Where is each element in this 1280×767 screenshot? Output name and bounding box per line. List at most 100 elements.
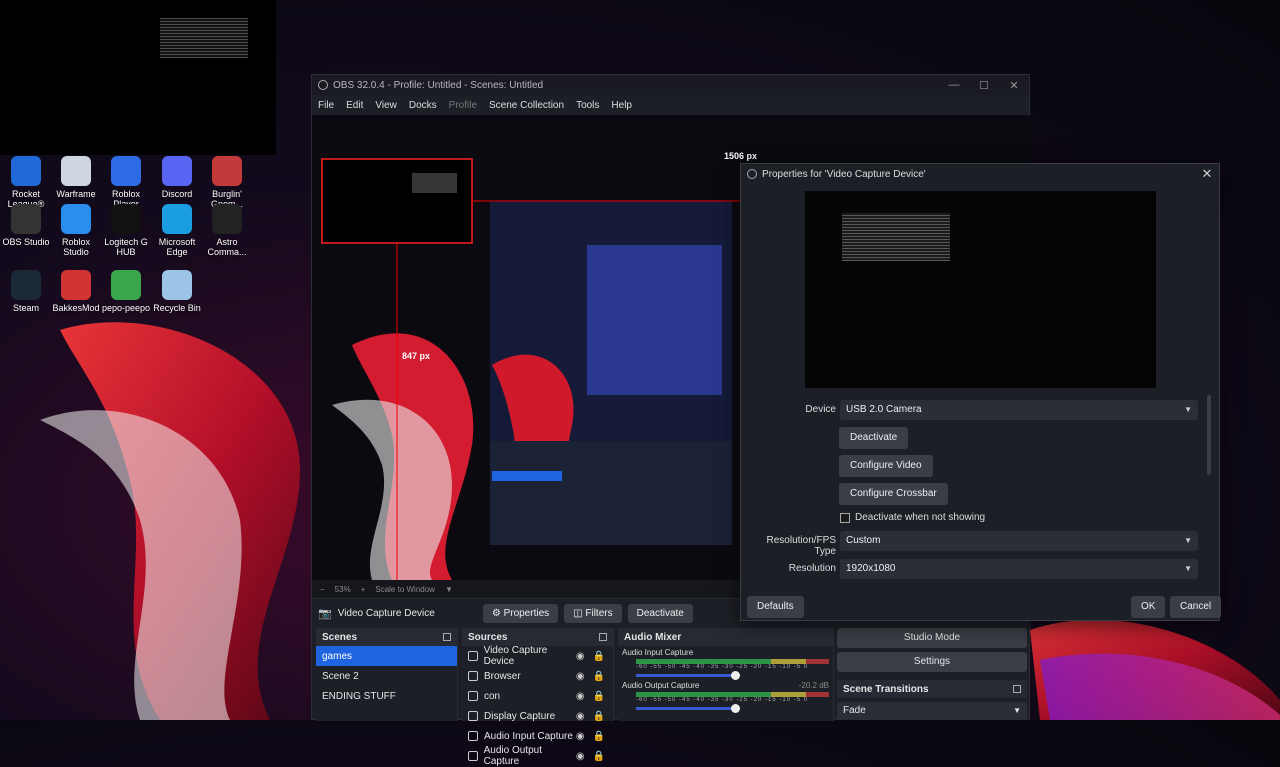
dock-float-icon[interactable] xyxy=(1013,685,1021,693)
desktop-icon[interactable]: Rocket League® xyxy=(0,156,52,210)
dock-float-icon[interactable] xyxy=(599,633,607,641)
minimize-button[interactable]: — xyxy=(939,79,969,92)
configure-video-button[interactable]: Configure Video xyxy=(839,455,933,477)
resolution-select[interactable]: 1920x1080 ▼ xyxy=(840,559,1198,579)
desktop-icon[interactable]: Steam xyxy=(0,270,52,313)
scene-item[interactable]: ENDING STUFF xyxy=(316,686,457,706)
close-button[interactable]: ✕ xyxy=(999,79,1029,92)
audio-mixer-dock: Audio Mixer Audio Input Capture -60 -55 … xyxy=(618,628,834,721)
lock-icon[interactable]: 🔒 xyxy=(593,751,605,762)
menu-docks[interactable]: Docks xyxy=(409,100,437,111)
menu-help[interactable]: Help xyxy=(611,100,632,111)
eye-icon[interactable]: ◉ xyxy=(576,691,585,702)
zoom-in-icon[interactable]: + xyxy=(361,585,366,594)
desktop-icon[interactable]: Warframe xyxy=(50,156,102,199)
source-type-icon xyxy=(468,751,478,761)
eye-icon[interactable]: ◉ xyxy=(576,751,585,762)
context-deactivate-button[interactable]: Deactivate xyxy=(627,604,693,623)
menu-edit[interactable]: Edit xyxy=(346,100,363,111)
settings-button[interactable]: Settings xyxy=(837,652,1027,672)
scenes-dock: Scenes games Scene 2 ENDING STUFF xyxy=(316,628,458,721)
ok-button[interactable]: OK xyxy=(1131,596,1166,618)
res-type-select[interactable]: Custom ▼ xyxy=(840,531,1198,551)
scene-item[interactable]: games xyxy=(316,646,457,666)
source-item[interactable]: Audio Output Capture ◉ 🔒 xyxy=(462,745,613,767)
source-item[interactable]: con ◉ 🔒 xyxy=(462,686,613,706)
context-properties-button[interactable]: ⚙ Properties xyxy=(482,604,559,623)
res-type-label: Resolution/FPS Type xyxy=(766,535,836,557)
desktop-icon-label: Steam xyxy=(12,303,39,313)
scale-dropdown-icon[interactable]: ▼ xyxy=(445,585,453,594)
menu-file[interactable]: File xyxy=(318,100,334,111)
desktop-icon[interactable]: Roblox Studio xyxy=(50,204,102,258)
checkbox-label: Deactivate when not showing xyxy=(855,512,986,523)
desktop-icon[interactable]: Astro Comma... xyxy=(201,204,253,258)
desktop-icon[interactable]: Burglin' Gnom... xyxy=(201,156,253,210)
resolution-label: Resolution xyxy=(788,563,836,574)
desktop-icon[interactable]: Microsoft Edge xyxy=(151,204,203,258)
source-item[interactable]: Audio Input Capture ◉ 🔒 xyxy=(462,726,613,746)
desktop-icon[interactable]: Logitech G HUB xyxy=(100,204,152,258)
deactivate-button[interactable]: Deactivate xyxy=(839,427,909,449)
zoom-percent: 53% xyxy=(334,584,351,594)
scene-item[interactable]: Scene 2 xyxy=(316,666,457,686)
device-select[interactable]: USB 2.0 Camera ▼ xyxy=(840,400,1198,420)
menu-view[interactable]: View xyxy=(375,100,397,111)
lock-icon[interactable]: 🔒 xyxy=(593,691,605,702)
transition-value: Fade xyxy=(843,705,866,716)
source-item[interactable]: Browser ◉ 🔒 xyxy=(462,666,613,686)
desktop-icon[interactable]: pepo-peepo xyxy=(100,270,152,313)
chevron-down-icon: ▼ xyxy=(1013,706,1021,715)
volume-meter xyxy=(636,659,829,664)
mixer-track: Audio Output Capture -20.2 dB -60 -55 -5… xyxy=(618,679,833,713)
lock-icon[interactable]: 🔒 xyxy=(593,671,605,682)
desktop-icon[interactable]: BakkesMod xyxy=(50,270,102,313)
source-item[interactable]: Video Capture Device ◉ 🔒 xyxy=(462,645,613,667)
desktop-icon[interactable]: OBS Studio xyxy=(0,204,52,247)
volume-slider[interactable] xyxy=(636,704,740,713)
desktop-icon[interactable]: Roblox Player xyxy=(100,156,152,210)
camera-icon: 📷 xyxy=(318,608,332,620)
transition-select[interactable]: Fade ▼ xyxy=(837,702,1027,720)
context-filters-button[interactable]: ◫ Filters xyxy=(564,604,622,623)
close-icon[interactable]: ✕ xyxy=(1195,166,1219,182)
camera-preview xyxy=(805,191,1156,388)
desktop-icon[interactable]: Discord xyxy=(151,156,203,199)
scenes-title: Scenes xyxy=(322,631,358,643)
meter-scale: -60 -55 -50 -45 -40 -35 -30 -25 -20 -15 … xyxy=(636,697,809,703)
dock-float-icon[interactable] xyxy=(443,633,451,641)
menu-profile[interactable]: Profile xyxy=(449,100,477,111)
defaults-button[interactable]: Defaults xyxy=(747,596,804,618)
cancel-button[interactable]: Cancel xyxy=(1170,596,1222,618)
properties-label: Properties xyxy=(503,608,550,619)
menu-scene-collection[interactable]: Scene Collection xyxy=(489,100,564,111)
volume-knob[interactable] xyxy=(731,704,740,713)
obs-logo-icon xyxy=(318,80,328,90)
volume-knob[interactable] xyxy=(731,671,740,680)
scale-mode[interactable]: Scale to Window xyxy=(375,585,435,594)
app-icon xyxy=(11,270,41,300)
checkbox-box[interactable] xyxy=(840,512,850,523)
deactivate-when-not-showing-checkbox[interactable]: Deactivate when not showing xyxy=(840,512,985,523)
desktop-icon[interactable]: Recycle Bin xyxy=(151,270,203,313)
lock-icon[interactable]: 🔒 xyxy=(593,651,605,662)
eye-icon[interactable]: ◉ xyxy=(576,651,585,662)
resolution-value: 1920x1080 xyxy=(846,563,896,574)
desktop-icon-label: pepo-peepo xyxy=(101,303,151,313)
eye-icon[interactable]: ◉ xyxy=(576,731,585,742)
audio-mixer-header: Audio Mixer xyxy=(618,628,833,646)
zoom-out-icon[interactable]: − xyxy=(320,585,325,594)
app-icon xyxy=(162,156,192,186)
sources-title: Sources xyxy=(468,631,508,643)
lock-icon[interactable]: 🔒 xyxy=(593,731,605,742)
studio-mode-button[interactable]: Studio Mode xyxy=(837,628,1027,648)
maximize-button[interactable]: ☐ xyxy=(969,79,999,92)
desktop-icon-label: Logitech G HUB xyxy=(104,237,148,258)
eye-icon[interactable]: ◉ xyxy=(576,671,585,682)
configure-crossbar-button[interactable]: Configure Crossbar xyxy=(839,483,948,505)
menu-tools[interactable]: Tools xyxy=(576,100,599,111)
source-item[interactable]: Display Capture ◉ 🔒 xyxy=(462,706,613,726)
source-type-icon xyxy=(468,691,478,701)
volume-slider[interactable] xyxy=(636,671,740,680)
properties-scrollbar[interactable] xyxy=(1207,395,1211,475)
